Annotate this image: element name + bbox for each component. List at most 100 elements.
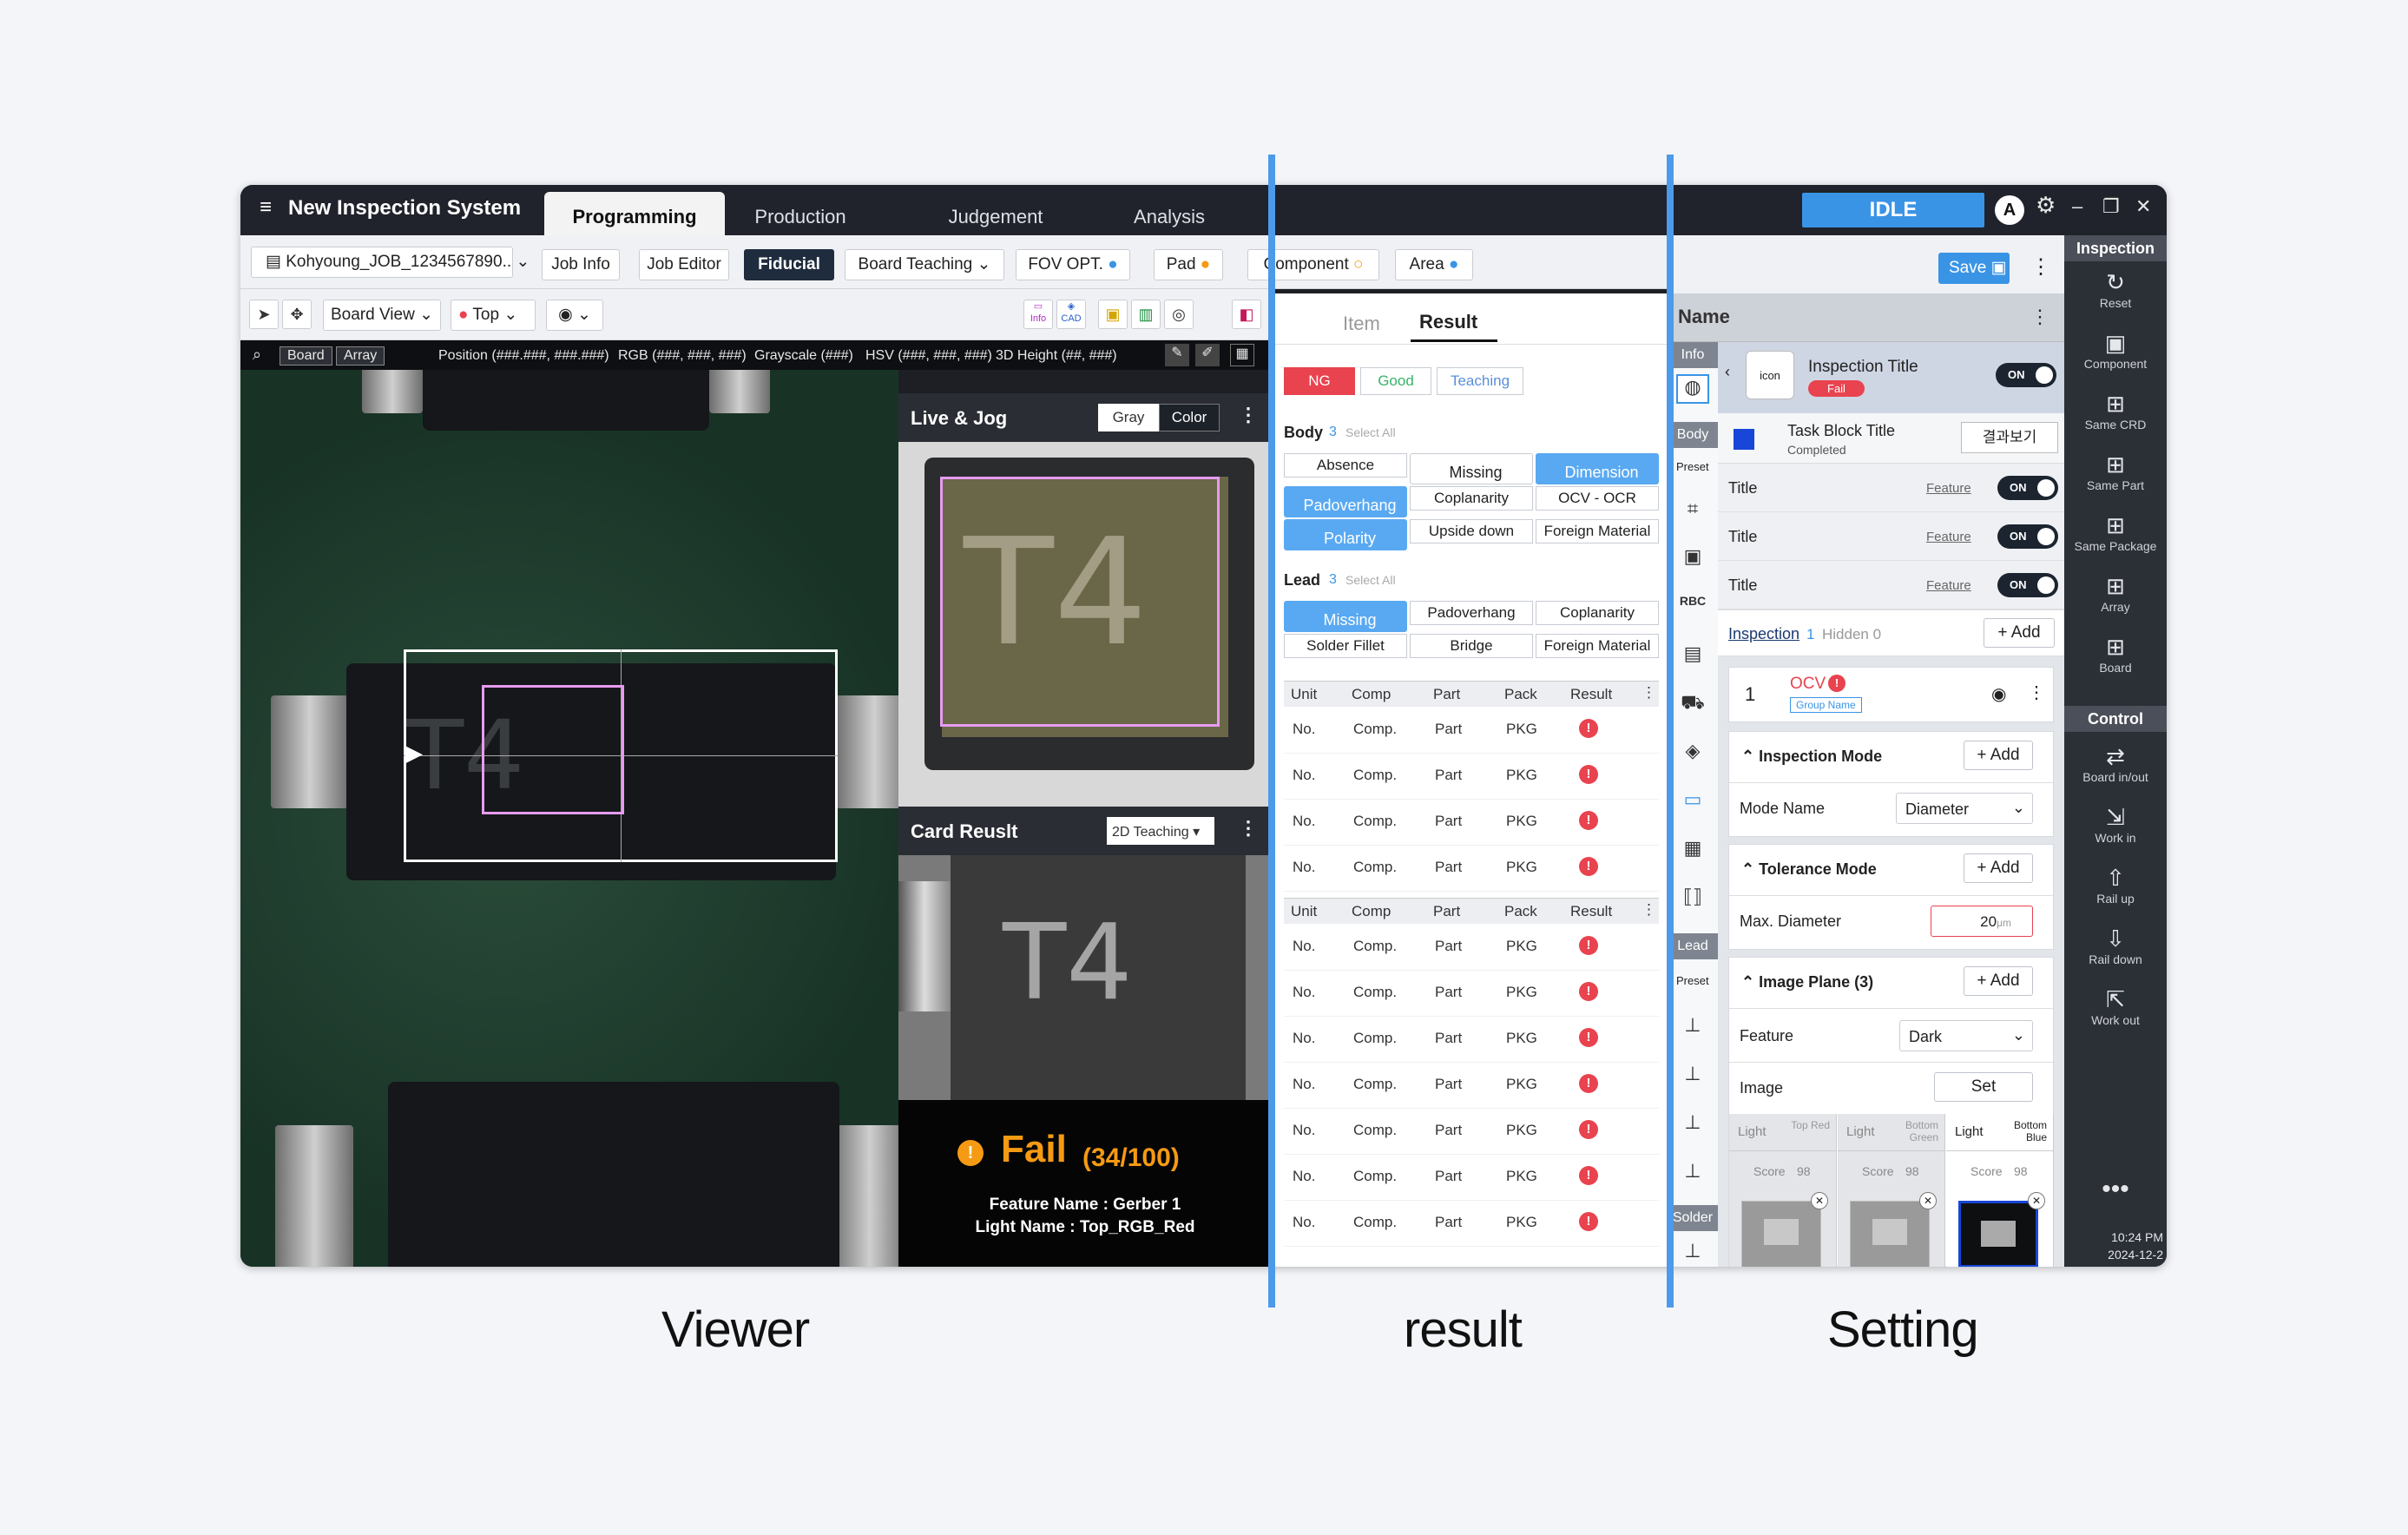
- select-all-lead[interactable]: Select All: [1345, 573, 1396, 587]
- light-option[interactable]: Light Bottom Blue Score 98 ✕: [1946, 1114, 2054, 1267]
- rail-action[interactable]: ↻ Reset: [2064, 268, 2167, 310]
- fov-opt-button[interactable]: FOV OPT. ●: [1016, 249, 1130, 280]
- job-select[interactable]: ▤ Kohyoung_JOB_1234567890.. ⌄: [251, 247, 530, 278]
- feature-link[interactable]: Feature: [1926, 578, 1971, 593]
- table-row[interactable]: No. Comp. Part PKG!: [1284, 1111, 1659, 1155]
- info-icon[interactable]: ◍: [1676, 374, 1709, 404]
- more-icon[interactable]: ⋮: [2030, 306, 2049, 328]
- set-image-button[interactable]: Set: [1934, 1072, 2033, 1102]
- table-row[interactable]: No. Comp. Part PKG!: [1284, 848, 1659, 892]
- board-teaching-button[interactable]: Board Teaching ⌄: [845, 249, 1004, 280]
- more-icon[interactable]: ⋮: [1642, 901, 1656, 919]
- restore-icon[interactable]: ❐: [2102, 195, 2120, 218]
- teaching-filter[interactable]: Teaching: [1437, 367, 1523, 395]
- add-tolerance-button[interactable]: + Add: [1964, 853, 2033, 883]
- body-item[interactable]: Absence: [1284, 453, 1407, 478]
- ocv-card[interactable]: 1 OCV ! Group Name ◉ ⋮: [1728, 667, 2054, 722]
- area-button[interactable]: Area ●: [1395, 249, 1473, 280]
- move-icon[interactable]: ✥: [282, 300, 312, 329]
- table-row[interactable]: No. Comp. Part PKG!: [1284, 756, 1659, 800]
- more-dots-icon[interactable]: •••: [2064, 1175, 2167, 1204]
- feature-select[interactable]: Dark ⌄: [1899, 1020, 2033, 1051]
- solder-tool-icon[interactable]: ⊥: [1678, 1240, 1707, 1264]
- body-item[interactable]: Polarity: [1284, 519, 1407, 550]
- view-result-button[interactable]: 결과보기: [1961, 422, 2058, 453]
- more-icon[interactable]: ⋮: [2030, 254, 2051, 280]
- lead-item[interactable]: Bridge: [1410, 634, 1533, 658]
- layout-icon[interactable]: ▦: [1230, 344, 1254, 366]
- inspection-title-row[interactable]: ‹ icon Inspection Title Fail ON: [1718, 342, 2064, 413]
- column-header[interactable]: Pack: [1504, 903, 1537, 920]
- body-item[interactable]: Dimension: [1536, 453, 1659, 484]
- column-header[interactable]: Part: [1433, 686, 1460, 703]
- tab-judgement[interactable]: Judgement: [918, 192, 1074, 235]
- pointer-icon[interactable]: ➤: [249, 300, 279, 329]
- tab-item[interactable]: Item: [1343, 313, 1380, 335]
- board-viewer[interactable]: T4 ▶: [240, 370, 898, 1267]
- component-button[interactable]: Component ○: [1247, 249, 1379, 280]
- table-row[interactable]: No. Comp. Part PKG!: [1284, 1065, 1659, 1109]
- rail-action[interactable]: ▣ Component: [2064, 329, 2167, 371]
- mode-name-select[interactable]: Diameter ⌄: [1896, 793, 2033, 824]
- add-mode-button[interactable]: + Add: [1964, 741, 2033, 770]
- ng-filter[interactable]: NG: [1284, 367, 1355, 395]
- live-view[interactable]: T4: [898, 442, 1272, 807]
- rail-action[interactable]: ⊞ Board: [2064, 633, 2167, 675]
- tab-programming[interactable]: Programming: [544, 192, 725, 235]
- task-block-row[interactable]: Task Block Title Completed 결과보기: [1718, 413, 2064, 464]
- table-row[interactable]: No. Comp. Part PKG!: [1284, 1019, 1659, 1063]
- info-toggle[interactable]: ▭ Info: [1023, 300, 1053, 329]
- title-toggle[interactable]: ON: [1997, 476, 2058, 500]
- body-tool-icon[interactable]: ▦: [1678, 837, 1707, 861]
- body-tool-icon[interactable]: ▭: [1678, 788, 1707, 813]
- group-name-tag[interactable]: Group Name: [1790, 697, 1862, 713]
- cad-toggle[interactable]: ◈ CAD: [1056, 300, 1086, 329]
- column-header[interactable]: Result: [1570, 903, 1612, 920]
- close-icon[interactable]: ✕: [1811, 1192, 1828, 1209]
- body-tool-icon[interactable]: ▤: [1678, 642, 1707, 667]
- rail-action[interactable]: ⊞ Same Part: [2064, 451, 2167, 492]
- image-plane-title[interactable]: ⌃ Image Plane (3): [1741, 973, 1873, 991]
- column-header[interactable]: Pack: [1504, 686, 1537, 703]
- rail-control[interactable]: ⇄ Board in/out: [2064, 742, 2167, 784]
- lead-tool-icon[interactable]: ⊥: [1678, 1111, 1707, 1136]
- ocr-icon[interactable]: RBC: [1678, 594, 1707, 618]
- lead-item[interactable]: Missing: [1284, 601, 1407, 632]
- handle-arrow-icon[interactable]: ▶: [405, 740, 423, 767]
- rail-control[interactable]: ⇱ Work out: [2064, 985, 2167, 1027]
- lead-item[interactable]: Coplanarity: [1536, 601, 1659, 625]
- close-icon[interactable]: ✕: [2028, 1192, 2045, 1209]
- tab-result[interactable]: Result: [1419, 311, 1477, 333]
- section-body[interactable]: Body: [1668, 422, 1718, 448]
- column-header[interactable]: Unit: [1291, 903, 1317, 920]
- job-editor-button[interactable]: Job Editor: [639, 249, 729, 280]
- tab-analysis[interactable]: Analysis: [1100, 192, 1239, 235]
- array-chip[interactable]: Array: [336, 346, 385, 366]
- inspection-tab[interactable]: Inspection: [1728, 625, 1799, 643]
- layers-icon[interactable]: ▥: [1131, 300, 1161, 329]
- lead-item[interactable]: Solder Fillet: [1284, 634, 1407, 658]
- lead-tool-icon[interactable]: ⊥: [1678, 1014, 1707, 1038]
- body-tool-icon[interactable]: ▣: [1678, 545, 1707, 570]
- body-item[interactable]: Missing: [1410, 453, 1533, 484]
- overlay-icon[interactable]: ◎: [1164, 300, 1194, 329]
- rail-control[interactable]: ⇧ Rail up: [2064, 864, 2167, 906]
- hidden-tab[interactable]: Hidden 0: [1822, 626, 1881, 643]
- board-chip[interactable]: Board: [280, 346, 332, 366]
- body-item[interactable]: Padoverhang: [1284, 486, 1407, 517]
- good-filter[interactable]: Good: [1360, 367, 1431, 395]
- table-row[interactable]: No. Comp. Part PKG!: [1284, 710, 1659, 754]
- more-icon[interactable]: ⋮: [2028, 682, 2045, 703]
- inspection-mode-title[interactable]: ⌃ Inspection Mode: [1741, 748, 1882, 766]
- body-item[interactable]: Coplanarity: [1410, 486, 1533, 511]
- save-button[interactable]: Save ▣: [1938, 253, 2010, 284]
- section-solder[interactable]: Solder: [1668, 1205, 1718, 1231]
- title-row[interactable]: Title Feature ON: [1718, 561, 2064, 609]
- body-tool-icon[interactable]: ◈: [1678, 740, 1707, 764]
- select-all-body[interactable]: Select All: [1345, 425, 1396, 439]
- body-item[interactable]: Upside down: [1410, 519, 1533, 544]
- live-roi[interactable]: [940, 477, 1220, 727]
- lead-item[interactable]: Foreign Material: [1536, 634, 1659, 658]
- hamburger-icon[interactable]: ≡: [260, 195, 272, 220]
- table-row[interactable]: No. Comp. Part PKG!: [1284, 1157, 1659, 1201]
